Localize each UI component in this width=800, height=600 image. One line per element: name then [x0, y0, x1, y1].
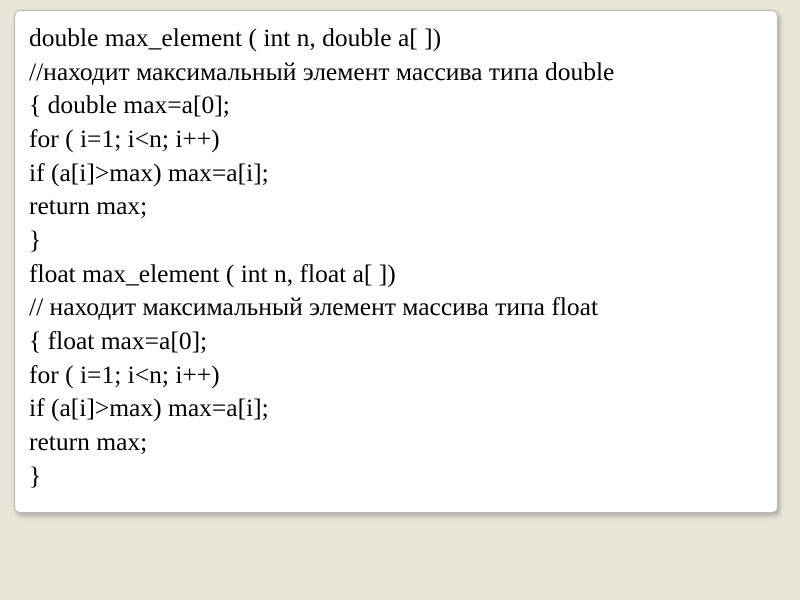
code-panel: double max_element ( int n, double a[ ])… [14, 10, 778, 513]
code-line: double max_element ( int n, double a[ ]) [29, 21, 763, 55]
code-line: { double max=a[0]; [29, 88, 763, 122]
code-line: for ( i=1; i<n; i++) [29, 122, 763, 156]
code-line: { float max=a[0]; [29, 324, 763, 358]
code-line: return max; [29, 425, 763, 459]
code-line: // находит максимальный элемент массива … [29, 290, 763, 324]
code-line: if (a[i]>max) max=a[i]; [29, 391, 763, 425]
code-line: //находит максимальный элемент массива т… [29, 55, 763, 89]
slide-container: double max_element ( int n, double a[ ])… [14, 10, 778, 513]
code-line: for ( i=1; i<n; i++) [29, 358, 763, 392]
code-line: if (a[i]>max) max=a[i]; [29, 156, 763, 190]
code-line: float max_element ( int n, float a[ ]) [29, 257, 763, 291]
code-line: } [29, 459, 763, 493]
code-line: return max; [29, 189, 763, 223]
code-line: } [29, 223, 763, 257]
